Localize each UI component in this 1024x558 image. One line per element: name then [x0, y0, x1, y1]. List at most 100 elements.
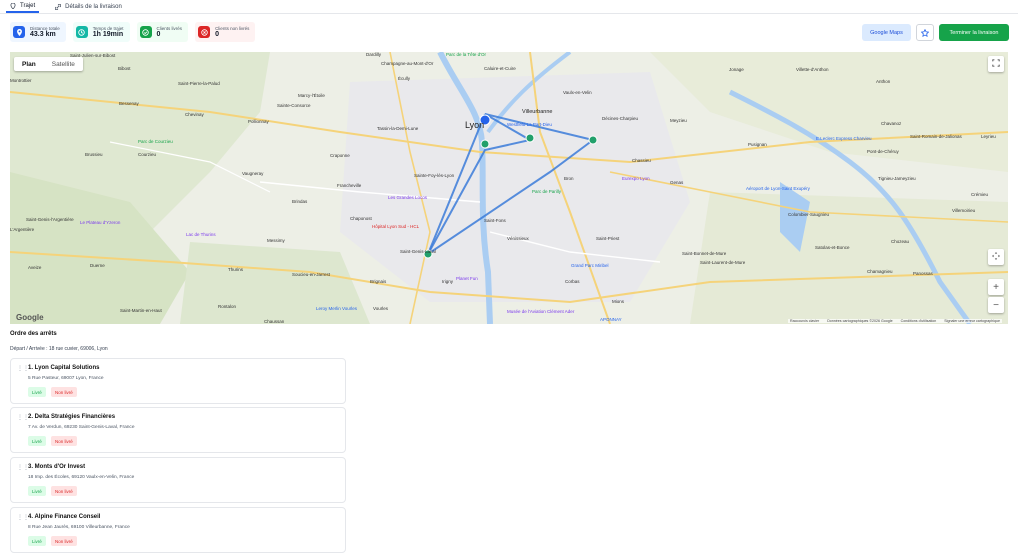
stop-name: 3. Monts d'Or Invest — [28, 464, 86, 470]
route-map[interactable]: Lyon Villeurbanne Vaulx-en-Velin Décines… — [10, 52, 1008, 324]
delivered-button[interactable]: Livré — [28, 536, 46, 546]
stop-card[interactable]: ⋮⋮ 1. Lyon Capital Solutions 5 Rue Paste… — [10, 358, 346, 404]
tab-bar: Trajet Détails de la livraison — [0, 0, 1018, 14]
tab-details[interactable]: Détails de la livraison — [51, 0, 126, 13]
map-label-colombier: Colombier-Saugnieu — [788, 212, 830, 217]
map-label-pollionnay: Pollionnay — [248, 119, 269, 124]
map-label-dardilly: Dardilly — [366, 52, 382, 57]
pin-icon — [10, 2, 16, 9]
map-footer-report[interactable]: Signaler une erreur cartographique — [944, 319, 1000, 323]
poi-leclerc[interactable]: E.Leclerc Express Charvieu — [816, 136, 872, 141]
not-delivered-button[interactable]: Non livré — [51, 436, 77, 446]
poi-lac-thurins[interactable]: Lac de Thurins — [186, 232, 216, 237]
stop-address: 8 Rue Jean Jaurès, 69100 Villeurbanne, F… — [28, 525, 130, 530]
zoom-in-button[interactable]: + — [988, 279, 1004, 295]
map-label-saint-genis-argentiere: Saint-Genis-l'Argentière — [26, 217, 74, 222]
map-label-villeurbanne: Villeurbanne — [522, 109, 553, 115]
stop-card[interactable]: ⋮⋮ 4. Alpine Finance Conseil 8 Rue Jean … — [10, 507, 346, 553]
map-label-vourles: Vourles — [373, 306, 389, 311]
poi-musee[interactable]: Musée de l'Aviation Clément Ader — [507, 309, 574, 314]
stop-card[interactable]: ⋮⋮ 3. Monts d'Or Invest 18 Imp. des Écol… — [10, 457, 346, 503]
map-label-bessenay: Bessenay — [119, 101, 139, 106]
route-marker-1[interactable] — [480, 139, 490, 149]
stat-time-value: 1h 19min — [92, 31, 124, 38]
map-type-satellite[interactable]: Satellite — [44, 57, 83, 71]
map-label-saint-genis: Saint-Genis-Laval — [400, 249, 436, 254]
map-label-sainte-consorce: Sainte-Consorce — [277, 103, 311, 108]
stat-distance: Distance totale 43.3 km — [10, 22, 66, 42]
map-label-chevinay: Chevinay — [185, 112, 204, 117]
poi-aeroport[interactable]: Aéroport de Lyon-Saint Exupéry — [746, 186, 810, 191]
stop-address: 5 Rue Pasteur, 69007 Lyon, France — [28, 376, 104, 381]
not-delivered-button[interactable]: Non livré — [51, 536, 77, 546]
stats-bar: Distance totale 43.3 km Temps de trajet 1h… — [10, 22, 256, 42]
map-label-ecully: Écully — [398, 76, 411, 81]
map-type-toggle[interactable]: Plan Satellite — [14, 57, 83, 71]
poi-planet[interactable]: Planet Fun — [456, 276, 478, 281]
map-footer-terms[interactable]: Conditions d'utilisation — [901, 319, 937, 323]
poi-grand-plaza[interactable]: Grand Parc Miribel — [571, 263, 609, 268]
map-label-brignais: Brignais — [370, 279, 387, 284]
map-label-chavanoz: Chavanoz — [881, 121, 902, 126]
poi-apona[interactable]: APONNAY — [600, 317, 622, 322]
depart-address: Départ / Arrivée : 18 rue cuvier, 69006,… — [10, 346, 108, 352]
link-icon — [55, 3, 62, 10]
finish-delivery-button[interactable]: Terminer la livraison — [939, 24, 1009, 41]
poi-parc-courzieu[interactable]: Parc de Courzieu — [138, 139, 173, 144]
delivered-button[interactable]: Livré — [28, 436, 46, 446]
google-maps-button[interactable]: Google Maps — [862, 24, 911, 41]
delivered-button[interactable]: Livré — [28, 486, 46, 496]
poi-plateau[interactable]: Le Plateau d'Yzeron — [80, 220, 120, 225]
map-footer-data: Données cartographiques ©2026 Google — [827, 319, 893, 323]
x-circle-icon — [198, 26, 211, 38]
stat-time: Temps de trajet 1h 19min — [72, 22, 130, 42]
map-label-caluire: Caluire-et-Cuire — [484, 66, 516, 71]
street-view-button[interactable] — [988, 249, 1004, 265]
zoom-out-button[interactable]: − — [988, 297, 1004, 313]
not-delivered-button[interactable]: Non livré — [51, 387, 77, 397]
poi-westfield[interactable]: Westfield La Part-Dieu — [507, 122, 552, 127]
google-logo: Google — [16, 313, 44, 322]
map-label-vaulx: Vaulx-en-Velin — [563, 90, 592, 95]
map-label-brindas: Brindas — [292, 199, 308, 204]
poi-hopital[interactable]: Hôpital Lyon Sud - HCL — [372, 224, 419, 229]
map-label-genas: Genas — [670, 180, 684, 185]
map-label-saint-bonnet: Saint-Bonnet-de-Mure — [682, 251, 727, 256]
map-label-sainte-foy: Sainte-Foy-lès-Lyon — [414, 173, 455, 178]
map-label-jonage: Jonage — [729, 67, 744, 72]
stops-title: Ordre des arrêts — [10, 331, 57, 337]
poi-eurexpo[interactable]: Eurexpo Lyon — [622, 176, 650, 181]
minus-icon: − — [993, 299, 999, 311]
check-circle-icon — [139, 26, 152, 38]
favorite-button[interactable] — [916, 24, 934, 41]
route-marker-3[interactable] — [588, 135, 598, 145]
map-label-mions: Mions — [612, 299, 625, 304]
poi-parc-parilly[interactable]: Parc de Parilly — [532, 189, 561, 194]
map-label-saint-pierre-palud: Saint-Pierre-la-Palud — [178, 81, 220, 86]
stop-name: 1. Lyon Capital Solutions — [28, 365, 100, 371]
stat-distance-value: 43.3 km — [30, 31, 56, 38]
stop-name: 2. Delta Stratégies Financières — [28, 414, 116, 420]
map-label-saint-fons: Saint-Fons — [484, 218, 506, 223]
route-marker-4[interactable] — [525, 133, 535, 143]
poi-parc-tete-or[interactable]: Parc de la Tête d'Or — [446, 52, 486, 57]
map-label-marcy: Marcy-l'Étoile — [298, 93, 325, 98]
map-label-satolas: Satolas-et-Bonce — [815, 245, 850, 250]
stop-address: 7 Av. de Verdun, 69230 Saint-Genis-Laval… — [28, 425, 135, 430]
tab-trajet[interactable]: Trajet — [6, 0, 40, 13]
map-footer-shortcuts[interactable]: Raccourcis clavier — [790, 319, 819, 323]
map-label-saint-laurent: Saint-Laurent-de-Mure — [700, 260, 746, 265]
poi-leroy[interactable]: Leroy Merlin Vourles — [316, 306, 357, 311]
map-label-leyrieu: Leyrieu — [981, 134, 996, 139]
map-label-chaussan: Chaussan — [264, 319, 285, 324]
poi-grandes-locos[interactable]: Les Grandes Locos — [388, 195, 427, 200]
fullscreen-button[interactable] — [988, 56, 1004, 72]
stop-card[interactable]: ⋮⋮ 2. Delta Stratégies Financières 7 Av.… — [10, 407, 346, 453]
not-delivered-button[interactable]: Non livré — [51, 486, 77, 496]
plus-icon: + — [993, 281, 999, 293]
map-type-plan[interactable]: Plan — [14, 57, 44, 71]
map-label-francheville: Francheville — [337, 183, 362, 188]
delivered-button[interactable]: Livré — [28, 387, 46, 397]
map-label-tassin: Tassin-la-Demi-Lune — [377, 126, 419, 131]
map-label-villette: Villette-d'Anthon — [796, 67, 829, 72]
